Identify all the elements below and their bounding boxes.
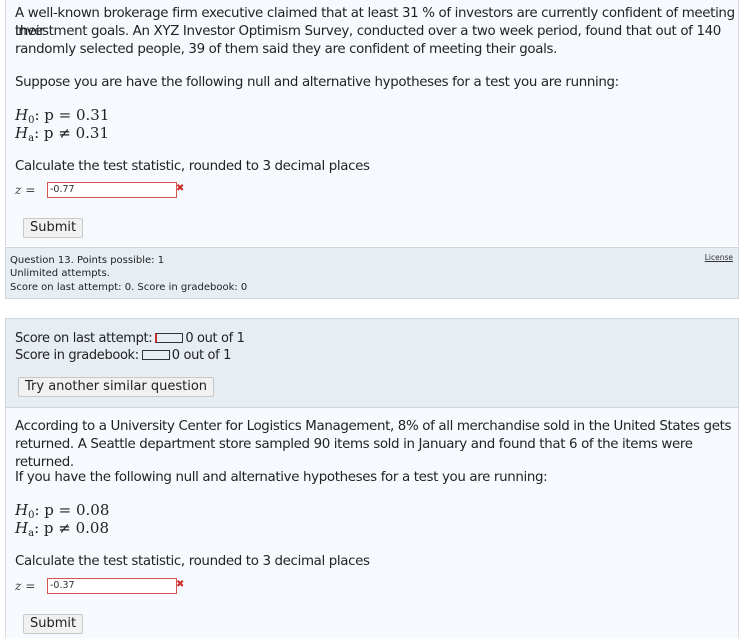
ha-rhs: : p ≠ 0.31 <box>34 124 109 142</box>
ha-rhs: : p ≠ 0.08 <box>34 519 109 537</box>
last-attempt-label: Score on last attempt: <box>15 331 153 346</box>
h0-rhs: : p = 0.08 <box>34 501 110 519</box>
question-2-prompt-line-1: According to a University Center for Log… <box>15 419 732 434</box>
equals-sign: = <box>25 183 36 197</box>
gradebook-score-box <box>141 350 170 360</box>
gradebook-label: Score in gradebook: <box>15 348 139 363</box>
h0-symbol: H <box>15 106 29 124</box>
ha-symbol: H <box>15 519 29 537</box>
question-points: Question 13. Points possible: 1 <box>10 255 165 266</box>
last-attempt-score: Score on last attempt: 0 out of 1 <box>15 330 245 348</box>
question-info-panel: Question 13. Points possible: 1 Unlimite… <box>5 247 739 299</box>
h0-rhs: : p = 0.31 <box>34 106 110 124</box>
question-2-submit-button[interactable]: Submit <box>23 614 84 634</box>
question-1-panel: A well-known brokerage firm executive cl… <box>5 0 739 246</box>
question-2-z-label: z = <box>15 579 35 593</box>
question-1-prompt-line-2: investment goals. An XYZ Investor Optimi… <box>15 24 721 39</box>
last-attempt-score-box <box>155 333 184 343</box>
license-link[interactable]: License <box>705 253 733 262</box>
equals-sign: = <box>25 579 36 593</box>
z-symbol: z <box>15 183 22 197</box>
score-panel: Score on last attempt: 0 out of 1 Score i… <box>5 318 739 408</box>
question-2-instruction: Calculate the test statistic, rounded to… <box>15 554 370 569</box>
question-2-alt-hypothesis: Ha: p ≠ 0.08 <box>15 520 109 542</box>
last-attempt-value: 0 out of 1 <box>185 331 245 346</box>
question-1-answer-input[interactable]: -0.77 <box>47 182 177 198</box>
question-2-prompt-line-2: returned. A Seattle department store sam… <box>15 437 693 470</box>
attempts-info: Unlimited attempts. <box>10 268 110 279</box>
gradebook-score: Score in gradebook: 0 out of 1 <box>15 347 231 365</box>
incorrect-icon: ✖ <box>176 183 185 194</box>
z-symbol: z <box>15 579 22 593</box>
h0-symbol: H <box>15 501 29 519</box>
question-1-submit-button[interactable]: Submit <box>23 218 84 238</box>
question-1-alt-hypothesis: Ha: p ≠ 0.31 <box>15 125 109 147</box>
gradebook-value: 0 out of 1 <box>171 348 232 363</box>
ha-symbol: H <box>15 124 29 142</box>
question-1-z-label: z = <box>15 183 35 197</box>
try-another-question-button[interactable]: Try another similar question <box>18 377 215 397</box>
question-2-hypotheses-intro: If you have the following null and alter… <box>15 470 548 485</box>
question-1-instruction: Calculate the test statistic, rounded to… <box>15 159 370 174</box>
question-2-panel: According to a University Center for Log… <box>5 408 739 638</box>
score-summary: Score on last attempt: 0. Score in grade… <box>10 282 248 293</box>
incorrect-icon: ✖ <box>176 579 185 590</box>
question-1-prompt-line-3: randomly selected people, 39 of them sai… <box>15 42 557 57</box>
question-2-answer-input[interactable]: -0.37 <box>47 578 177 594</box>
question-1-hypotheses-intro: Suppose you are have the following null … <box>15 75 619 90</box>
